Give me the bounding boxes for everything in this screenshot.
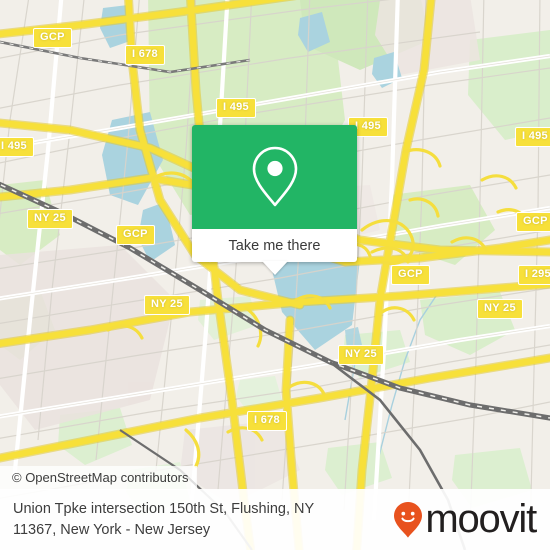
map-pin-icon — [247, 144, 303, 210]
map-shield-gcp-4[interactable]: GCP — [391, 265, 430, 285]
map-shield-ny25-4[interactable]: NY 25 — [338, 345, 384, 365]
map-shield-ny25-2[interactable]: NY 25 — [144, 295, 190, 315]
map-popup-card[interactable]: Take me there — [192, 125, 357, 275]
osm-attribution[interactable]: © OpenStreetMap contributors — [0, 466, 197, 490]
map-shield-i295-1[interactable]: I 295 — [518, 265, 550, 285]
location-title-line1: Union Tpke intersection 150th St, Flushi… — [13, 500, 315, 517]
footer-bar: Union Tpke intersection 150th St, Flushi… — [0, 489, 550, 550]
moovit-wordmark: moovit — [425, 497, 537, 541]
map-shield-ny25-3[interactable]: NY 25 — [477, 299, 523, 319]
map-shield-ny25-1[interactable]: NY 25 — [27, 209, 73, 229]
location-title: Union Tpke intersection 150th St, Flushi… — [0, 499, 393, 540]
map-shield-gcp-1[interactable]: GCP — [33, 28, 72, 48]
map-shield-i678-1[interactable]: I 678 — [125, 45, 165, 65]
map-shield-i495-3[interactable]: I 495 — [515, 127, 550, 147]
map-shield-i495-1[interactable]: I 495 — [216, 98, 256, 118]
map-shield-i678-2[interactable]: I 678 — [247, 411, 287, 431]
map-shield-i495-4[interactable]: I 495 — [0, 137, 34, 157]
popup-header — [192, 125, 357, 229]
map-shield-gcp-3[interactable]: GCP — [516, 212, 550, 232]
moovit-smiley-pin-icon — [393, 501, 423, 539]
location-title-line2: 11367, New York - New Jersey — [13, 521, 211, 538]
moovit-map-screenshot: GCP I 678 I 495 I 495 I 495 I 495 NY 25 … — [0, 0, 550, 550]
take-me-there-label: Take me there — [228, 237, 321, 254]
take-me-there-button[interactable]: Take me there — [192, 229, 357, 275]
popup-pointer-tail — [261, 261, 288, 275]
map-shield-gcp-2[interactable]: GCP — [116, 225, 155, 245]
moovit-logo[interactable]: moovit — [393, 497, 550, 542]
